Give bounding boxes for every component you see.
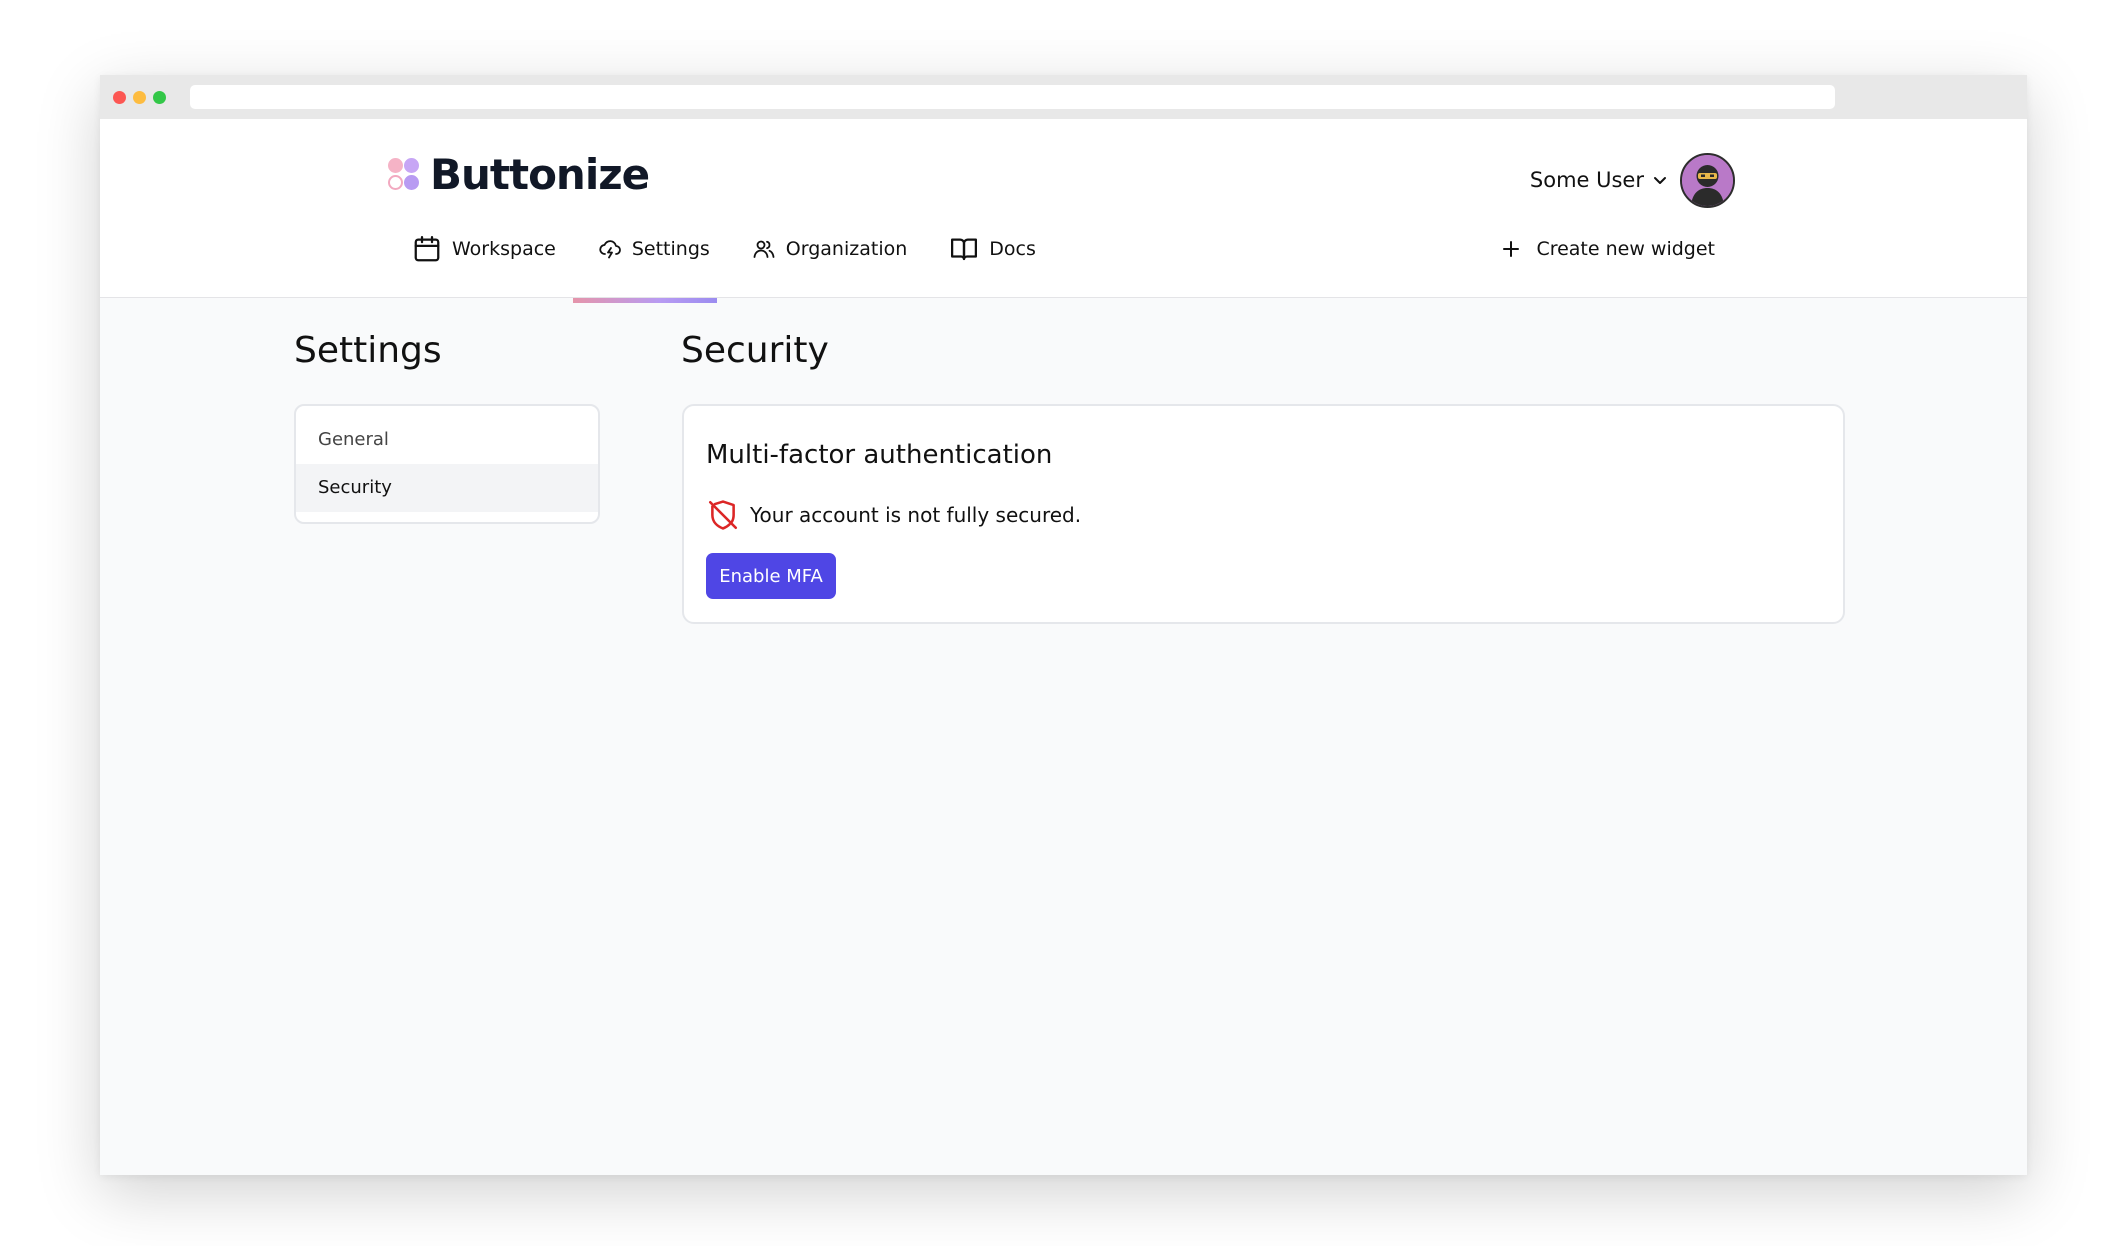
mfa-title: Multi-factor authentication (706, 440, 1053, 470)
book-open-icon (951, 238, 978, 261)
settings-menu-label: Security (318, 477, 392, 498)
nav-item-label: Settings (631, 238, 710, 260)
address-bar[interactable] (190, 85, 1835, 109)
active-tab-indicator (573, 298, 717, 303)
main-nav: Workspace Settings Organization Docs (412, 219, 1078, 279)
brand-name: Buttonize (430, 149, 650, 199)
calendar-icon (414, 236, 440, 262)
security-title: Security (681, 330, 829, 371)
mfa-status: Your account is not fully secured. (706, 498, 1081, 532)
close-window-button[interactable] (113, 91, 126, 104)
settings-menu-item-security[interactable]: Security (296, 464, 598, 512)
ninja-avatar-icon (1682, 154, 1733, 206)
chevron-down-icon (1654, 177, 1666, 184)
shield-off-icon (708, 500, 738, 530)
minimize-window-button[interactable] (133, 91, 146, 104)
browser-window: Buttonize Some User Workspace Settings O… (100, 75, 2027, 1175)
create-widget-button[interactable]: Create new widget (1502, 219, 1715, 279)
nav-item-settings[interactable]: Settings (598, 219, 710, 279)
settings-menu-label: General (318, 429, 389, 450)
mfa-card: Multi-factor authentication Your account… (682, 404, 1845, 624)
settings-menu: General Security (294, 404, 600, 524)
user-menu[interactable]: Some User (1530, 151, 1735, 209)
nav-item-label: Organization (785, 238, 908, 260)
nav-item-label: Workspace (452, 238, 556, 260)
logo-mark-icon (388, 156, 424, 192)
maximize-window-button[interactable] (153, 91, 166, 104)
avatar[interactable] (1680, 152, 1735, 208)
nav-item-workspace[interactable]: Workspace (412, 219, 556, 279)
settings-menu-item-general[interactable]: General (296, 416, 598, 464)
browser-titlebar (100, 75, 2027, 119)
nav-item-docs[interactable]: Docs (949, 219, 1036, 279)
app-header: Buttonize Some User Workspace Settings O… (100, 119, 2027, 298)
nav-item-organization[interactable]: Organization (752, 219, 907, 279)
create-widget-label: Create new widget (1536, 238, 1715, 260)
plus-icon (1503, 241, 1520, 257)
cloud-lightning-icon (599, 240, 621, 259)
user-name: Some User (1529, 168, 1644, 192)
nav-item-label: Docs (989, 238, 1036, 260)
settings-title: Settings (294, 330, 442, 371)
brand-logo[interactable]: Buttonize (388, 149, 650, 199)
users-icon (753, 240, 775, 258)
mfa-status-text: Your account is not fully secured. (750, 503, 1082, 527)
enable-mfa-button[interactable]: Enable MFA (706, 553, 836, 599)
